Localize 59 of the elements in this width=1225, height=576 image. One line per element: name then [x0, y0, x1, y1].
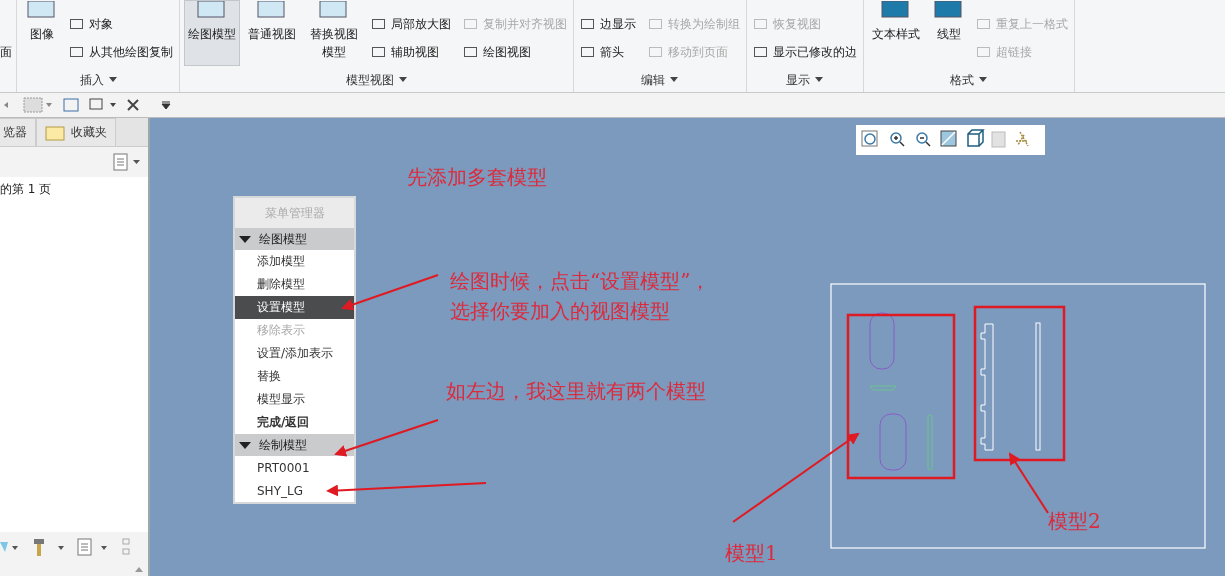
group-label[interactable]: 插入: [79, 71, 104, 89]
tool-icon: [975, 17, 992, 31]
ribbon-button[interactable]: 对象: [67, 10, 175, 38]
tool-icon: [69, 45, 85, 59]
tool-icon: [647, 17, 664, 31]
tool-icon: [579, 45, 596, 59]
menu-section-header[interactable]: 绘图模型: [235, 228, 354, 250]
ribbon-button[interactable]: 箭头: [577, 38, 638, 66]
ribbon-button[interactable]: 文本样式: [867, 0, 924, 66]
caret-icon[interactable]: [979, 77, 988, 83]
annotation-text: 模型1: [725, 540, 778, 567]
ribbon-button[interactable]: 绘图模型: [184, 0, 240, 66]
menu-title: 菜单管理器: [235, 198, 354, 228]
tree-item[interactable]: 的第 1 页: [0, 182, 52, 196]
group-label[interactable]: 编辑: [641, 71, 666, 89]
ribbon-button[interactable]: 绘图视图: [460, 38, 569, 66]
panel-tab[interactable]: 览器: [0, 118, 36, 146]
folder-icon: [45, 124, 65, 141]
ribbon-button[interactable]: 显示已修改的边: [750, 38, 859, 66]
tool-icon: [975, 45, 992, 59]
arrow: [1008, 452, 1049, 514]
annotation-text: 模型2: [1048, 508, 1101, 535]
tool-icon: [69, 17, 85, 31]
group-label[interactable]: 显示: [786, 71, 811, 89]
tool-icon: [752, 45, 769, 59]
caret-icon[interactable]: [108, 77, 117, 83]
dropdown-icon[interactable]: [160, 99, 172, 111]
group-label[interactable]: 格式: [950, 71, 975, 89]
ribbon-button[interactable]: 局部放大图: [368, 10, 453, 38]
caret-icon[interactable]: [670, 77, 679, 83]
tool-icon: [752, 17, 769, 31]
tool-icon: [462, 45, 479, 59]
ribbon-button[interactable]: 边显示: [577, 10, 638, 38]
annotation-text: 先添加多套模型: [407, 164, 547, 191]
ribbon-button[interactable]: 普通视图: [244, 0, 300, 66]
ribbon-button[interactable]: 面: [0, 38, 12, 66]
group-label[interactable]: 模型视图: [345, 71, 394, 89]
ribbon-button[interactable]: 图像: [21, 0, 63, 66]
ribbon-button[interactable]: 替换视图模型: [304, 0, 365, 66]
tool-icon: [579, 17, 596, 31]
tool-icon: [370, 45, 387, 59]
caret-icon: [239, 234, 251, 244]
list-icon[interactable]: [112, 153, 142, 171]
caret-icon[interactable]: [815, 77, 824, 83]
ribbon-button[interactable]: 从其他绘图复制: [67, 38, 175, 66]
panel-tab[interactable]: 收藏夹: [36, 118, 116, 146]
annotation-text: 绘图时候，点击“设置模型”，: [450, 268, 711, 295]
annotation-text: 如左边，我这里就有两个模型: [446, 378, 706, 405]
ribbon-button[interactable]: 线型: [927, 0, 970, 66]
tool-icon: [370, 17, 387, 31]
annotation-text: 选择你要加入的视图模型: [450, 298, 671, 325]
tool-icon: [462, 17, 479, 31]
menu-item[interactable]: 设置模型: [235, 296, 354, 319]
view-toolbar-drawing[interactable]: [856, 125, 1045, 155]
caret-icon: [239, 440, 251, 450]
menu-section-header[interactable]: 绘制模型: [235, 434, 354, 456]
ribbon-button[interactable]: 辅助视图: [368, 38, 453, 66]
tool-icon: [647, 45, 664, 59]
caret-icon[interactable]: [398, 77, 407, 83]
